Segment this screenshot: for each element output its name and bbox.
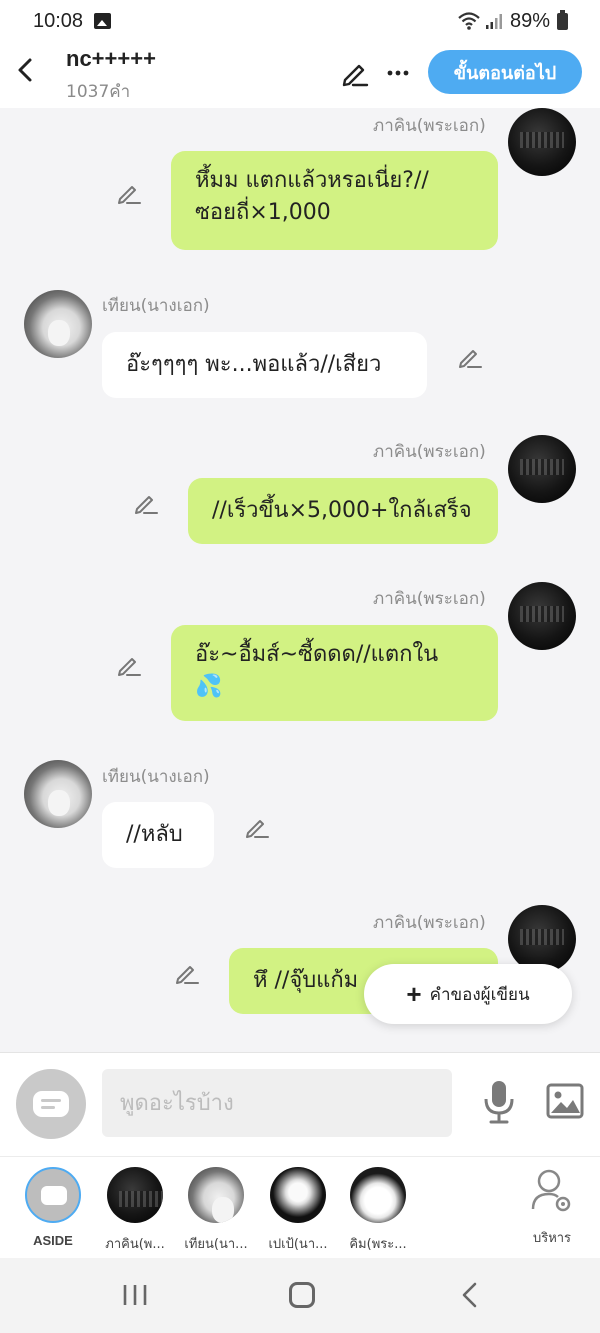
- gallery-notification-icon: [94, 13, 111, 29]
- word-count: 1037คำ: [66, 82, 131, 102]
- next-step-button[interactable]: ขั้นตอนต่อไป: [428, 50, 582, 94]
- speaker-name: เทียน(นางเอก): [102, 296, 210, 316]
- story-title: nc+++++: [66, 46, 156, 71]
- character-item[interactable]: คิม(พระ...: [338, 1167, 418, 1254]
- edit-pencil-icon[interactable]: [174, 960, 200, 986]
- more-options-icon[interactable]: [386, 58, 410, 88]
- avatar: [270, 1167, 326, 1223]
- message-line: อ๊ะ~อื้มส์~ซี้ดดด//แตกใน: [195, 642, 439, 667]
- image-icon[interactable]: [546, 1083, 584, 1119]
- manage-label: บริหาร: [532, 1231, 572, 1246]
- message-bubble[interactable]: //เร็วขึ้น×5,000+ใกล้เสร็จ: [188, 478, 498, 544]
- aside-toggle-button[interactable]: [16, 1069, 86, 1139]
- message-bubble[interactable]: อ๊ะๆๆๆๆ พะ...พอแล้ว//เสียว: [102, 332, 427, 398]
- home-icon[interactable]: [289, 1282, 315, 1308]
- message-line: //เร็วขึ้น×5,000+ใกล้เสร็จ: [212, 498, 472, 523]
- avatar[interactable]: [508, 108, 576, 176]
- avatar: [107, 1167, 163, 1223]
- chat-area[interactable]: ภาคิน(พระเอก) หึ้มม แตกแล้วหรอเนี่ย?// ซ…: [0, 108, 600, 1052]
- avatar: [188, 1167, 244, 1223]
- speaker-name: ภาคิน(พระเอก): [373, 116, 486, 136]
- character-label: เปเป้(นา...: [268, 1237, 328, 1252]
- avatar[interactable]: [508, 905, 576, 973]
- status-bar: 10:08 89%: [0, 0, 600, 44]
- avatar[interactable]: [508, 435, 576, 503]
- character-item[interactable]: เปเป้(นา...: [258, 1167, 338, 1254]
- wifi-icon: [458, 12, 480, 30]
- edit-pencil-icon[interactable]: [133, 490, 159, 516]
- battery-percent: 89%: [510, 10, 551, 32]
- avatar[interactable]: [24, 290, 92, 358]
- user-settings-icon: [531, 1169, 571, 1212]
- author-note-button[interactable]: + คำของผู้เขียน: [364, 964, 572, 1024]
- character-label: คิม(พระ...: [349, 1237, 407, 1252]
- character-label: ภาคิน(พ...: [105, 1237, 165, 1252]
- edit-pencil-icon[interactable]: [116, 652, 142, 678]
- message-line: อ๊ะๆๆๆๆ พะ...พอแล้ว//เสียว: [126, 352, 382, 377]
- message-line: หึ้มม แตกแล้วหรอเนี่ย?//: [195, 168, 429, 193]
- back-arrow-icon[interactable]: [12, 56, 40, 84]
- character-aside[interactable]: ASIDE: [13, 1167, 93, 1248]
- message-input[interactable]: [102, 1069, 452, 1137]
- speaker-name: ภาคิน(พระเอก): [373, 442, 486, 462]
- recent-apps-icon[interactable]: [122, 1284, 148, 1306]
- system-nav-bar: [0, 1258, 600, 1333]
- manage-button[interactable]: บริหาร: [526, 1167, 578, 1248]
- message-bubble[interactable]: หึ้มม แตกแล้วหรอเนี่ย?// ซอยถี่×1,000: [171, 151, 498, 250]
- character-label: เทียน(นา...: [184, 1237, 248, 1252]
- avatar: [350, 1167, 406, 1223]
- plus-icon: +: [406, 978, 422, 1009]
- message-line: 💦: [195, 673, 223, 699]
- status-time: 10:08: [33, 10, 84, 32]
- speaker-name: เทียน(นางเอก): [102, 767, 210, 787]
- character-label: ASIDE: [33, 1233, 73, 1248]
- avatar[interactable]: [508, 582, 576, 650]
- avatar: [25, 1167, 81, 1223]
- edit-pencil-icon[interactable]: [244, 814, 270, 840]
- composer: [0, 1052, 600, 1156]
- speaker-name: ภาคิน(พระเอก): [373, 589, 486, 609]
- edit-pencil-icon[interactable]: [457, 344, 483, 370]
- message-line: ซอยถี่×1,000: [195, 199, 331, 225]
- edit-pencil-icon[interactable]: [340, 58, 370, 88]
- speaker-name: ภาคิน(พระเอก): [373, 913, 486, 933]
- back-icon[interactable]: [458, 1282, 482, 1308]
- avatar[interactable]: [24, 760, 92, 828]
- message-bubble[interactable]: //หลับ: [102, 802, 214, 868]
- microphone-icon[interactable]: [482, 1079, 516, 1125]
- character-selector: ASIDE ภาคิน(พ... เทียน(นา... เปเป้(นา...…: [0, 1156, 600, 1258]
- chat-bubble-icon: [33, 1091, 69, 1117]
- character-item[interactable]: เทียน(นา...: [176, 1167, 256, 1254]
- signal-icon: [486, 14, 502, 29]
- top-app-bar: nc+++++ 1037คำ ขั้นตอนต่อไป: [0, 44, 600, 108]
- edit-pencil-icon[interactable]: [116, 180, 142, 206]
- character-item[interactable]: ภาคิน(พ...: [95, 1167, 175, 1254]
- message-line: //หลับ: [126, 822, 183, 847]
- message-bubble[interactable]: อ๊ะ~อื้มส์~ซี้ดดด//แตกใน 💦: [171, 625, 498, 721]
- chat-bubble-icon: [41, 1186, 67, 1205]
- author-note-label: คำของผู้เขียน: [429, 984, 530, 1005]
- battery-icon: [557, 10, 568, 30]
